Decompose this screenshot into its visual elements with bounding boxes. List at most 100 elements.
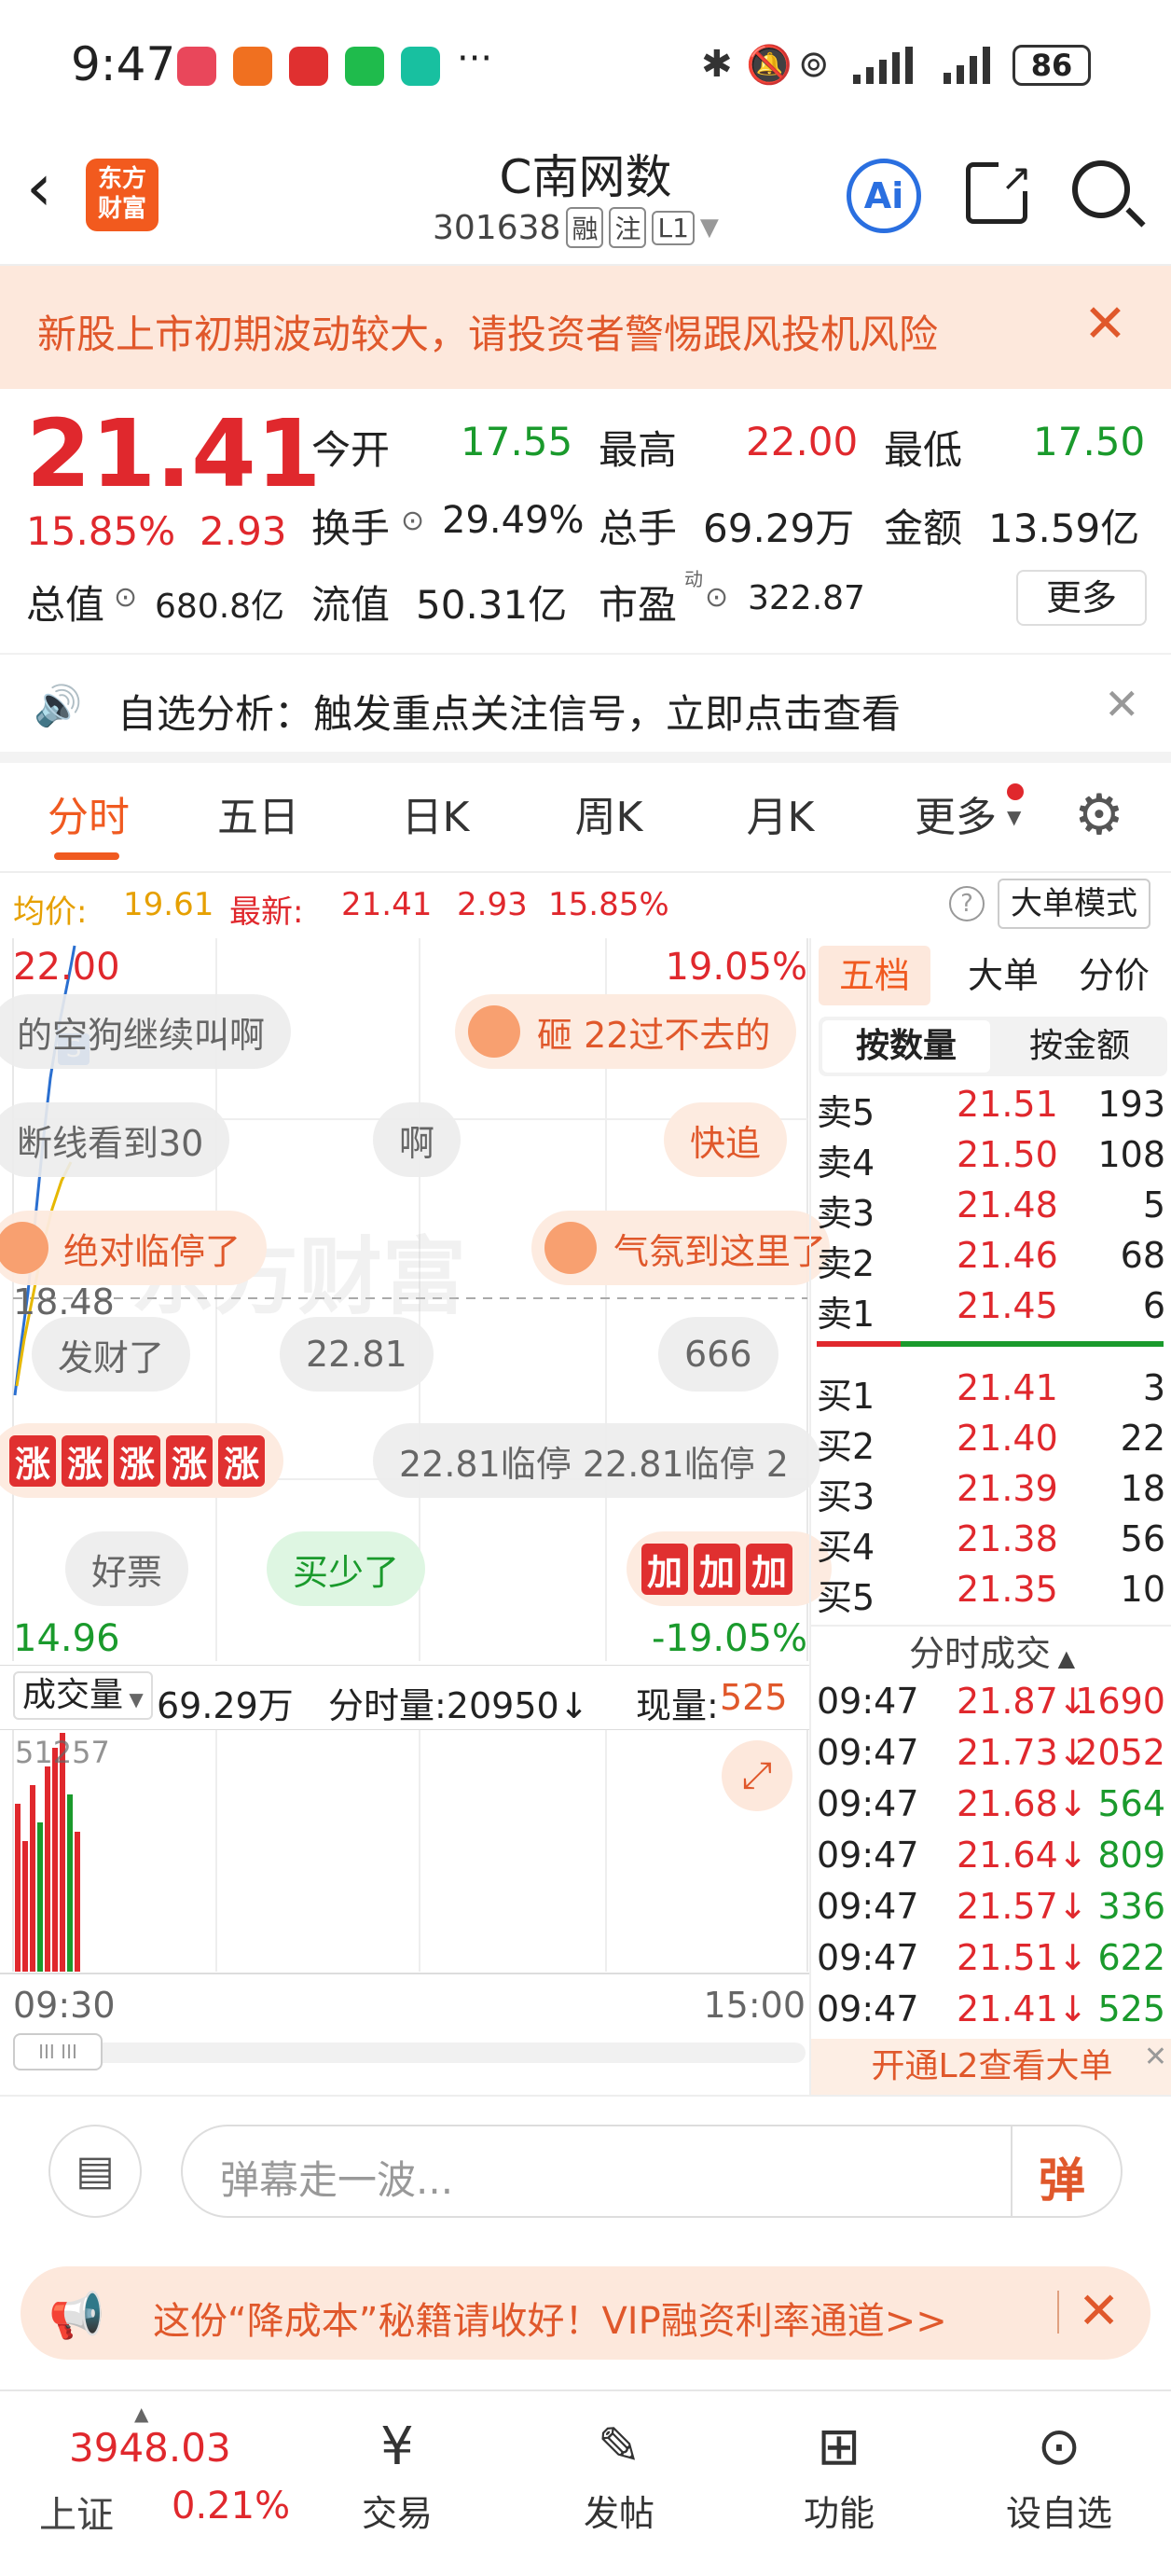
danmaku-bubble: 的空狗继续叫啊 [0,994,292,1069]
ask-row[interactable]: 卖1 21.45 6 [811,1285,1171,1336]
scroll-handle[interactable]: III III [13,2033,103,2070]
time-start: 09:30 [13,1985,116,2026]
notification-app-icon [401,47,440,86]
danmaku-bubble: 22.81 [280,1317,434,1392]
latest-price: 21.41 [341,886,433,923]
intraday-summary-row: 均价: 19.61 最新: 21.41 2.93 15.85% ? 大单模式 [0,873,1171,938]
emoji-zhang: 涨 [62,1434,109,1487]
latest-label: 最新: [229,893,304,931]
tab-add-watchlist[interactable]: ⊙ 设自选 [985,2410,1134,2536]
settings-gear-icon[interactable]: ⚙ [1074,787,1124,843]
search-icon[interactable] [1072,160,1146,228]
subtab-by-quantity[interactable]: 按数量 [822,1020,990,1073]
status-time: 9:47 [71,37,176,91]
tab-price-distribution[interactable]: 分价 [1063,946,1165,1005]
info-icon[interactable]: ⊙ [114,581,137,614]
bid-row[interactable]: 买5 21.35 10 [811,1569,1171,1619]
grid-icon: ⊞ [817,2417,861,2477]
order-book-panel: 五档 大单 分价 按数量 按金额 卖5 21.51 193 卖4 21.50 108 卖… [809,938,1171,2095]
tab-weekly-k[interactable]: 周K [558,763,660,873]
send-danmaku-button[interactable]: 弹 [1039,2143,1085,2210]
ask-row[interactable]: 卖2 21.46 68 [811,1235,1171,1285]
volume-total: 69.29万 [157,1685,294,1726]
high-value: 22.00 [746,419,859,464]
info-icon[interactable]: ⊙ [401,505,424,537]
ask-row[interactable]: 卖3 21.48 5 [811,1184,1171,1235]
danmaku-bubble: 气氛到这里了 [531,1211,830,1285]
avg-price-value: 19.61 [123,886,214,923]
tab-features[interactable]: ⊞ 功能 [765,2410,914,2536]
bid-row[interactable]: 买4 21.38 56 [811,1518,1171,1569]
share-icon[interactable]: ↗ [966,154,1036,224]
danmaku-input[interactable]: 弹幕走一波... 弹 [181,2125,1123,2218]
danmaku-bubble: 666 [658,1317,778,1392]
risk-warning-banner: 新股上市初期波动较大，请投资者警惕跟风投机风险 ✕ [0,266,1171,389]
trade-row: 09:47 21.87↓ 1690 [817,1681,1165,1722]
danmaku-bubble: 22.81临停 22.81临停 2 [373,1423,820,1498]
notification-app-icon [289,47,328,86]
indicator-select[interactable]: 成交量 ▼ [13,1671,153,1720]
open-value: 17.55 [461,419,573,464]
help-icon[interactable]: ? [949,886,985,921]
emoji-zhang: 涨 [114,1434,161,1487]
subtab-by-amount[interactable]: 按金额 [996,1020,1164,1073]
tab-five-day[interactable]: 五日 [207,763,310,873]
chart-top-price: 22.00 [13,946,120,989]
index-ticker[interactable]: ▲ 3948.03 上证 0.21% [0,2391,290,2576]
index-name: 上证 [39,2494,114,2537]
l2-upgrade-banner[interactable]: 开通L2查看大单 [811,2039,1171,2095]
high-label: 最高 [599,427,678,473]
watchlist-signal-bar[interactable]: 🔊 自选分析：触发重点关注信号，立即点击查看 ✕ [0,653,1171,763]
volume-bars-svg [0,1729,809,1974]
chevron-down-icon: ▼ [1007,806,1022,828]
amount-value: 13.59亿 [988,506,1140,551]
tab-daily-k[interactable]: 日K [384,763,487,873]
megaphone-icon: 📢 [48,2290,104,2342]
trades-header[interactable]: 分时成交 ▲ [811,1625,1171,1679]
chevron-down-icon: ▼ [699,214,719,242]
ai-assistant-icon[interactable]: Ai [847,159,921,233]
tab-trade[interactable]: ¥ 交易 [323,2410,472,2536]
danmaku-settings-icon[interactable]: ▤ [48,2125,142,2218]
tab-big-orders[interactable]: 大单 [957,946,1050,1005]
danmaku-input-bar: ▤ 弹幕走一波... 弹 [0,2095,1171,2250]
ask-row[interactable]: 卖4 21.50 108 [811,1134,1171,1184]
time-end: 15:00 [703,1985,806,2026]
mute-icon: 🔕 [746,44,792,87]
time-scrollbar[interactable]: III III [13,2033,806,2070]
bid-row[interactable]: 买3 21.39 18 [811,1468,1171,1518]
status-bar: 9:47 ··· ✱ 🔕 ⊚ 86 [0,0,1171,131]
close-icon[interactable]: ✕ [1104,679,1140,729]
notification-dot [1007,783,1024,800]
low-label: 最低 [884,427,963,473]
stock-code-row[interactable]: 301638 融 注 L1 ▼ [433,207,719,248]
latest-pct: 15.85% [548,886,669,923]
amount-label: 金额 [884,506,963,551]
danmaku-bubble: 啊 [373,1102,462,1177]
bid-row[interactable]: 买2 21.40 22 [811,1418,1171,1468]
tab-monthly-k[interactable]: 月K [729,763,832,873]
change-amount: 2.93 [200,508,287,554]
ask-row[interactable]: 卖5 21.51 193 [811,1084,1171,1134]
vip-promo-banner[interactable]: 📢 这份“降成本”秘籍请收好！VIP融资利率通道>> ✕ [21,2266,1150,2360]
close-icon[interactable]: ✕ [1083,294,1127,354]
info-icon[interactable]: ⊙ [705,581,728,614]
bid-row[interactable]: 买1 21.41 3 [811,1367,1171,1418]
intraday-chart[interactable]: 东方财富 22.00 19.05% 18.48 14.96 -19.05% S … [0,938,832,1666]
notification-app-icon [233,47,272,86]
trade-row: 09:47 21.68↓ 564 [817,1783,1165,1824]
big-order-mode-button[interactable]: 大单模式 [998,879,1150,929]
stock-header: ‹ 东方 财富 C南网数 301638 融 注 L1 ▼ Ai ↗ [0,131,1171,266]
tab-post[interactable]: ✎ 发帖 [544,2410,694,2536]
expand-icon[interactable]: ⤢ [722,1740,792,1811]
emoji-zhang: 涨 [218,1434,266,1487]
tab-more[interactable]: 更多 [904,763,1007,873]
huawei-app-icon [177,47,216,86]
tab-five-levels[interactable]: 五档 [819,946,930,1005]
pe-value: 322.87 [748,579,865,617]
close-icon[interactable]: ✕ [1144,2041,1167,2073]
latest-change: 2.93 [457,886,528,923]
more-button[interactable]: 更多 [1016,570,1147,626]
trade-row: 09:47 21.51↓ 622 [817,1937,1165,1978]
close-icon[interactable]: ✕ [1078,2281,1120,2340]
